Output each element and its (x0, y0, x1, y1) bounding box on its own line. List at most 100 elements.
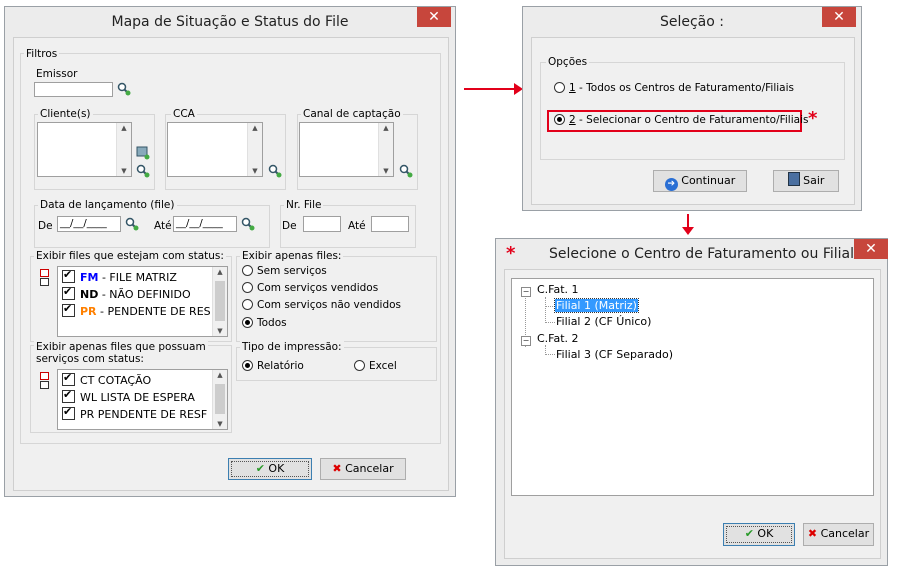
checkbox[interactable] (62, 388, 75, 403)
radio[interactable] (554, 114, 565, 125)
window-title: Mapa de Situação e Status do File (111, 14, 349, 30)
radio-relatorio[interactable]: Relatório (242, 360, 304, 372)
emissor-input[interactable] (34, 82, 113, 97)
canal-list[interactable]: ▲ ▼ (299, 122, 394, 177)
radio[interactable] (242, 360, 253, 371)
radio-sem-servicos[interactable]: Sem serviços (242, 265, 327, 277)
scrollbar[interactable]: ▲ ▼ (212, 370, 227, 429)
radio-todos-centros[interactable]: 1 - Todos os Centros de Faturamento/Fili… (554, 82, 794, 94)
status-list[interactable]: FM - FILE MATRIZ ND - NÃO DEFINIDO PR - … (57, 266, 228, 337)
centro-tree[interactable]: − C.Fat. 1 Filial 1 (Matriz) Filial 2 (C… (511, 278, 874, 496)
close-button[interactable]: ✕ (854, 239, 888, 259)
tree-node-filial3[interactable]: Filial 3 (CF Separado) (556, 348, 673, 361)
asterisk-marker: * (808, 108, 818, 129)
scrollbar[interactable]: ▲ ▼ (212, 267, 227, 336)
radio[interactable] (242, 265, 253, 276)
window-title: Selecione o Centro de Faturamento ou Fil… (548, 246, 854, 262)
selecione-centro-window: * Selecione o Centro de Faturamento ou F… (495, 238, 888, 566)
search-icon[interactable] (117, 82, 131, 96)
continuar-button[interactable]: ➔ Continuar (653, 170, 747, 192)
continuar-label: Continuar (681, 174, 736, 187)
window-body: Opções 1 - Todos os Centros de Faturamen… (531, 37, 855, 205)
collapse-icon[interactable]: − (521, 336, 531, 346)
status-item-fm[interactable]: FM - FILE MATRIZ (62, 268, 177, 286)
option-key: 2 (569, 114, 576, 126)
search-icon[interactable] (399, 164, 413, 178)
ok-label: OK (268, 462, 285, 475)
radio-label: Com serviços vendidos (257, 282, 379, 294)
search-icon[interactable] (268, 164, 282, 178)
data-ate-input[interactable]: __/__/____ (173, 216, 237, 232)
exibir-apenas-label: Exibir apenas files: (240, 250, 344, 262)
nr-file-ate-input[interactable] (371, 216, 409, 232)
status-item-nd[interactable]: ND - NÃO DEFINIDO (62, 285, 191, 303)
data-lancamento-label: Data de lançamento (file) (38, 199, 177, 211)
cancel-button[interactable]: ✖ Cancelar (803, 523, 874, 546)
tree-node-cfat2[interactable]: C.Fat. 2 (537, 332, 579, 345)
ok-button[interactable]: ✔ OK (228, 458, 312, 480)
ok-button[interactable]: ✔ OK (723, 523, 795, 546)
selecao-window: Seleção : ✕ Opções 1 - Todos os Centros … (522, 6, 862, 211)
close-button[interactable]: ✕ (417, 7, 451, 27)
servico-item[interactable]: WL LISTA DE ESPERA (62, 388, 195, 406)
sair-button[interactable]: Sair (773, 170, 839, 192)
search-icon[interactable] (241, 217, 255, 231)
ate-label: Até (154, 220, 172, 232)
checkbox[interactable] (62, 285, 75, 300)
radio[interactable] (242, 317, 253, 328)
sair-label: Sair (803, 174, 825, 187)
scrollbar[interactable]: ▲ ▼ (378, 123, 393, 176)
title-bar: Seleção : ✕ (523, 7, 861, 37)
search-icon[interactable] (136, 164, 150, 178)
option-label: - Todos os Centros de Faturamento/Filiai… (575, 82, 794, 94)
radio-excel[interactable]: Excel (354, 360, 397, 372)
close-button[interactable]: ✕ (822, 7, 856, 27)
check-all-icon[interactable] (40, 372, 49, 389)
option-key: 1 (569, 82, 576, 94)
servicos-label-2: serviços com status: (36, 353, 144, 365)
radio[interactable] (554, 82, 565, 93)
checkbox[interactable] (62, 302, 75, 317)
ate-label: Até (348, 220, 366, 232)
checkbox[interactable] (62, 268, 75, 283)
tree-node-filial2[interactable]: Filial 2 (CF Único) (556, 315, 651, 328)
radio-label: Sem serviços (257, 265, 327, 277)
cancel-button[interactable]: ✖ Cancelar (320, 458, 406, 480)
close-icon: ✖ (807, 527, 818, 540)
radio-todos[interactable]: Todos (242, 317, 287, 329)
nr-file-de-input[interactable] (303, 216, 341, 232)
checkbox[interactable] (62, 405, 75, 420)
tipo-impressao-label: Tipo de impressão: (240, 341, 344, 353)
status-code: PR (80, 305, 97, 318)
clientes-list[interactable]: ▲ ▼ (37, 122, 132, 177)
status-item-pr[interactable]: PR - PENDENTE DE RES (62, 302, 211, 320)
radio[interactable] (354, 360, 365, 371)
scrollbar[interactable]: ▲ ▼ (116, 123, 131, 176)
status-group-label: Exibir files que estejam com status: (34, 250, 226, 262)
scrollbar[interactable]: ▲ ▼ (247, 123, 262, 176)
check-all-icon[interactable] (40, 269, 49, 286)
data-de-input[interactable]: __/__/____ (57, 216, 121, 232)
radio[interactable] (242, 282, 253, 293)
radio[interactable] (242, 299, 253, 310)
arrow-down-icon (682, 214, 694, 235)
canal-label: Canal de captação (301, 108, 403, 120)
add-cliente-icon[interactable] (136, 146, 150, 160)
radio-selecionar-centro[interactable]: 2 - Selecionar o Centro de Faturamento/F… (554, 114, 808, 126)
opcoes-label: Opções (546, 56, 590, 68)
radio-com-servicos-nao-vendidos[interactable]: Com serviços não vendidos (242, 299, 401, 311)
cca-list[interactable]: ▲ ▼ (167, 122, 263, 177)
collapse-icon[interactable]: − (521, 287, 531, 297)
checkbox[interactable] (62, 371, 75, 386)
mapa-situacao-window: Mapa de Situação e Status do File ✕ Filt… (4, 6, 456, 497)
search-icon[interactable] (125, 217, 139, 231)
cancel-label: Cancelar (345, 462, 394, 475)
tree-node-filial1[interactable]: Filial 1 (Matriz) (554, 298, 639, 313)
servico-item[interactable]: CT COTAÇÃO (62, 371, 151, 389)
servicos-list[interactable]: CT COTAÇÃO WL LISTA DE ESPERA PR PENDENT… (57, 369, 228, 430)
status-text: - PENDENTE DE RES (96, 305, 211, 318)
tree-node-cfat1[interactable]: C.Fat. 1 (537, 283, 579, 296)
servico-item[interactable]: PR PENDENTE DE RESF (62, 405, 207, 423)
radio-com-servicos-vendidos[interactable]: Com serviços vendidos (242, 282, 378, 294)
emissor-label: Emissor (36, 68, 78, 80)
